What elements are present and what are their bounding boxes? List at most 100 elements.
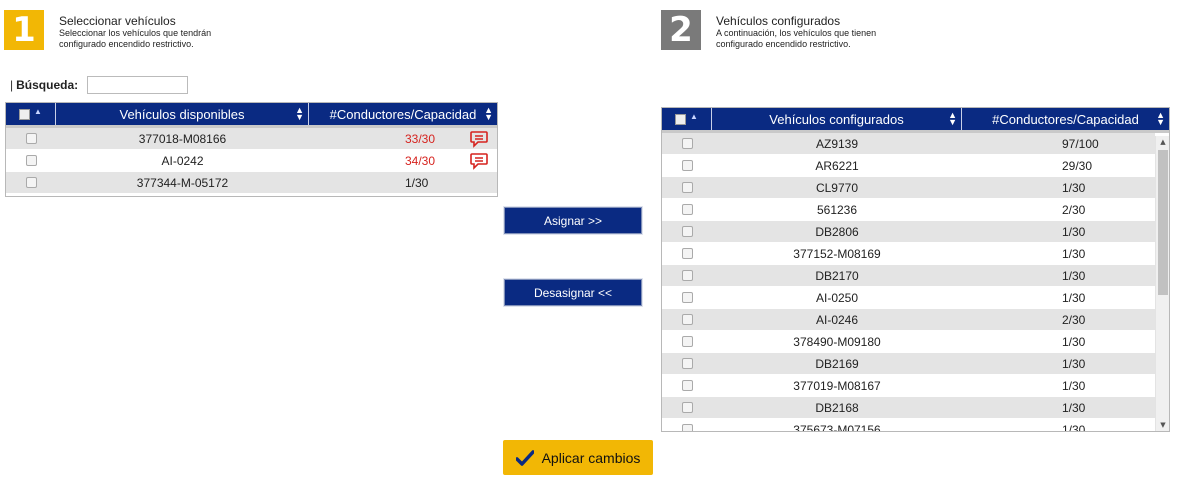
row-checkbox[interactable] — [681, 204, 693, 215]
table-row[interactable]: DB2170 1/30 — [662, 265, 1155, 287]
row-select[interactable] — [662, 375, 712, 396]
row-checkbox[interactable] — [681, 380, 693, 391]
table-row[interactable]: 375673-M07156 1/30 — [662, 419, 1155, 432]
available-table-header: ▲ Vehículos disponibles ▲ ▼ #Conductores/… — [6, 103, 497, 128]
select-all-header[interactable]: ▲ — [662, 108, 712, 130]
sort-icon[interactable]: ▲ ▼ — [1156, 111, 1165, 127]
unassign-button[interactable]: Desasignar << — [504, 279, 642, 306]
row-select[interactable] — [662, 419, 712, 431]
header-capacity[interactable]: #Conductores/Capacidad ▲ ▼ — [309, 103, 497, 125]
vehicle-id: CL9770 — [815, 180, 859, 195]
header-configured-vehicles[interactable]: Vehículos configurados ▲ ▼ — [712, 108, 962, 130]
scrollbar[interactable]: ▲ ▼ — [1155, 136, 1169, 431]
row-select[interactable] — [662, 353, 712, 374]
table-row[interactable]: AI-0246 2/30 — [662, 309, 1155, 331]
row-select[interactable] — [662, 221, 712, 242]
row-select[interactable] — [662, 199, 712, 220]
assign-button[interactable]: Asignar >> — [504, 207, 642, 234]
table-row[interactable]: 377019-M08167 1/30 — [662, 375, 1155, 397]
capacity-value: 1/30 — [1062, 422, 1086, 432]
row-select[interactable] — [6, 128, 56, 149]
capacity-cell: 1/30 — [962, 397, 1155, 418]
row-checkbox[interactable] — [681, 292, 693, 303]
table-row[interactable]: AZ9139 97/100 — [662, 133, 1155, 155]
capacity-cell: 1/30 — [962, 331, 1155, 352]
row-checkbox[interactable] — [25, 155, 37, 166]
select-all-checkbox[interactable] — [675, 113, 687, 125]
header-capacity[interactable]: #Conductores/Capacidad ▲ ▼ — [962, 108, 1169, 130]
step-1-header: 1 Seleccionar vehículos Seleccionar los … — [4, 10, 211, 50]
row-checkbox[interactable] — [681, 226, 693, 237]
row-checkbox[interactable] — [681, 314, 693, 325]
table-row[interactable]: DB2168 1/30 — [662, 397, 1155, 419]
row-checkbox[interactable] — [681, 182, 693, 193]
vehicle-id: 378490-M09180 — [793, 334, 881, 349]
capacity-cell: 97/100 — [962, 133, 1155, 154]
scrollbar-thumb[interactable] — [1158, 150, 1168, 295]
row-checkbox[interactable] — [681, 160, 693, 171]
capacity-value: 1/30 — [1062, 290, 1086, 305]
row-select[interactable] — [662, 243, 712, 264]
table-row[interactable]: DB2806 1/30 — [662, 221, 1155, 243]
header-capacity-label: #Conductores/Capacidad — [992, 111, 1139, 127]
vehicle-cell: AI-0242 — [56, 150, 309, 171]
table-row[interactable]: 377152-M08169 1/30 — [662, 243, 1155, 265]
table-row[interactable]: 377018-M08166 33/30 — [6, 128, 497, 150]
row-select[interactable] — [662, 133, 712, 154]
row-select[interactable] — [662, 287, 712, 308]
message-icon[interactable] — [469, 152, 489, 170]
step-2-description: A continuación, los vehículos que tienen… — [716, 28, 877, 49]
row-select[interactable] — [662, 331, 712, 352]
table-row[interactable]: 561236 2/30 — [662, 199, 1155, 221]
row-select[interactable] — [662, 309, 712, 330]
row-select[interactable] — [662, 397, 712, 418]
row-select[interactable] — [6, 172, 56, 193]
vehicle-cell: DB2169 — [712, 353, 962, 374]
row-checkbox[interactable] — [25, 177, 37, 188]
sort-icon[interactable]: ▲ ▼ — [484, 106, 493, 122]
select-all-checkbox[interactable] — [19, 108, 31, 120]
row-select[interactable] — [662, 177, 712, 198]
apply-changes-label: Aplicar cambios — [541, 449, 641, 466]
table-row[interactable]: 377344-M-05172 1/30 — [6, 172, 497, 194]
row-checkbox[interactable] — [681, 248, 693, 259]
step-2-title: Vehículos configurados — [716, 14, 841, 28]
row-checkbox[interactable] — [681, 138, 693, 149]
row-select[interactable] — [662, 155, 712, 176]
table-row[interactable]: DB2169 1/30 — [662, 353, 1155, 375]
header-available-vehicles[interactable]: Vehículos disponibles ▲ ▼ — [56, 103, 309, 125]
sort-icon[interactable]: ▲ ▼ — [948, 111, 957, 127]
capacity-value: 1/30 — [1062, 268, 1086, 283]
row-checkbox[interactable] — [681, 402, 693, 413]
capacity-cell: 33/30 — [309, 128, 497, 149]
sort-asc-icon[interactable]: ▲ — [690, 112, 698, 121]
row-select[interactable] — [662, 265, 712, 286]
table-row[interactable]: 378490-M09180 1/30 — [662, 331, 1155, 353]
capacity-value: 97/100 — [1062, 136, 1099, 151]
row-checkbox[interactable] — [681, 270, 693, 281]
capacity-value: 1/30 — [405, 175, 429, 190]
row-checkbox[interactable] — [25, 133, 37, 144]
row-checkbox[interactable] — [681, 358, 693, 369]
scroll-up-icon[interactable]: ▲ — [1156, 138, 1169, 146]
select-all-header[interactable]: ▲ — [6, 103, 56, 125]
table-row[interactable]: CL9770 1/30 — [662, 177, 1155, 199]
vehicle-id: 377019-M08167 — [793, 378, 881, 393]
sort-asc-icon[interactable]: ▲ — [34, 107, 42, 116]
message-icon[interactable] — [469, 130, 489, 148]
row-checkbox[interactable] — [681, 336, 693, 347]
row-select[interactable] — [6, 150, 56, 171]
capacity-cell: 29/30 — [962, 155, 1155, 176]
apply-changes-button[interactable]: Aplicar cambios — [503, 440, 653, 475]
vehicle-id: AR6221 — [815, 158, 859, 173]
search-input[interactable] — [87, 76, 189, 94]
table-row[interactable]: AR6221 29/30 — [662, 155, 1155, 177]
table-row[interactable]: AI-0250 1/30 — [662, 287, 1155, 309]
sort-icon[interactable]: ▲ ▼ — [295, 106, 304, 122]
step-1-title: Seleccionar vehículos — [59, 14, 176, 28]
search-bar: | Búsqueda: — [10, 76, 189, 94]
scroll-down-icon[interactable]: ▼ — [1156, 421, 1169, 429]
capacity-value: 2/30 — [1062, 312, 1086, 327]
row-checkbox[interactable] — [681, 424, 693, 431]
table-row[interactable]: AI-0242 34/30 — [6, 150, 497, 172]
